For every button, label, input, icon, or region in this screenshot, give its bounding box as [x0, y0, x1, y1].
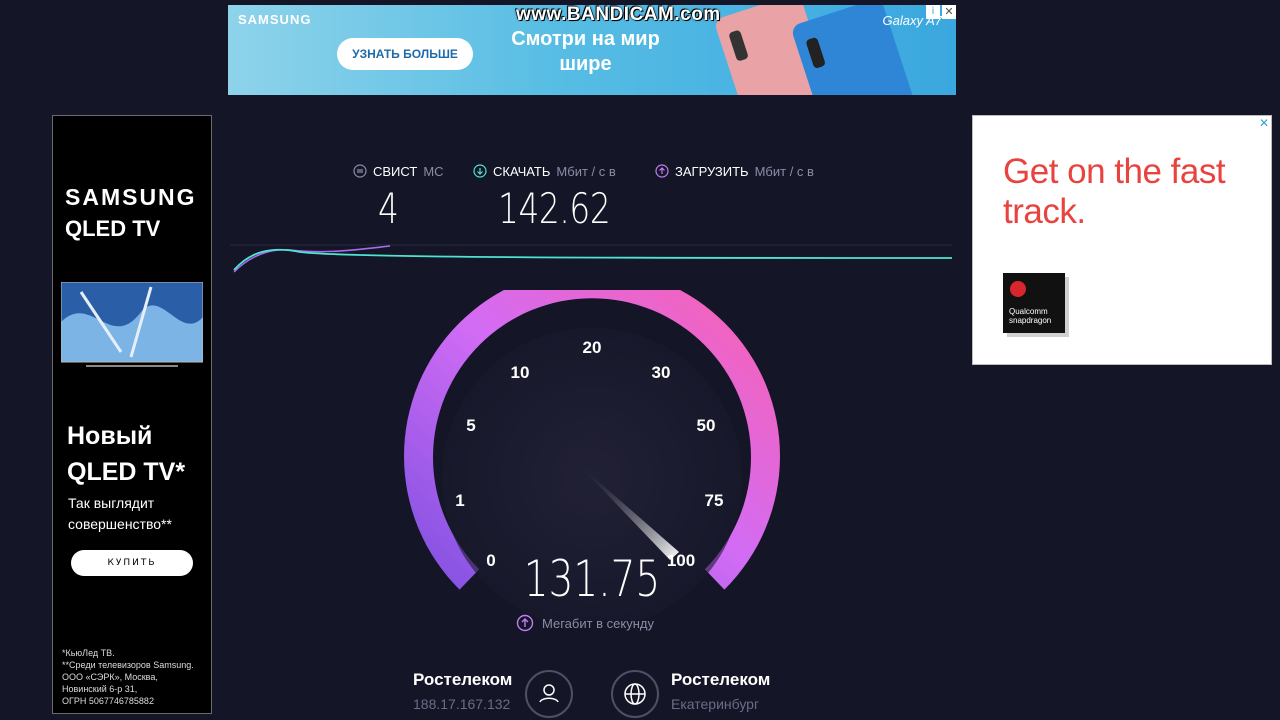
right-ad-headline: Get on the fast track. — [1003, 152, 1226, 231]
server-info[interactable]: Ростелеком Екатеринбург — [671, 670, 770, 712]
gauge-tick: 20 — [583, 338, 602, 357]
client-isp: Ростелеком — [413, 670, 513, 689]
ping-stat: СВИСТ МС 4 — [353, 160, 444, 233]
left-ad-subtitle: Так выглядит совершенство** — [68, 495, 172, 532]
snapdragon-logo: Qualcomm snapdragon — [1003, 273, 1065, 333]
current-speed: 131.75 — [523, 550, 661, 608]
speed-graph — [230, 244, 952, 273]
globe-icon[interactable] — [611, 670, 659, 718]
right-ad-banner[interactable]: Get on the fast track. Qualcomm snapdrag… — [972, 115, 1272, 365]
gauge-tick: 5 — [466, 416, 475, 435]
download-label: СКАЧАТЬ — [493, 163, 551, 179]
top-ad-tagline: Смотри на мир шире — [511, 28, 660, 75]
gauge-tick: 30 — [652, 363, 671, 382]
gauge-tick: 50 — [697, 416, 716, 435]
download-unit: Мбит / с в — [556, 163, 616, 179]
speed-unit-label: Мегабит в секунду — [542, 615, 655, 631]
left-ad-brand: SAMSUNG — [65, 184, 197, 210]
server-city: Екатеринбург — [671, 696, 760, 712]
gauge-tick: 1 — [455, 491, 464, 510]
bandicam-watermark: www.BANDICAM.com — [516, 4, 721, 25]
gauge-tick: 0 — [486, 551, 495, 570]
ping-label: СВИСТ — [373, 163, 418, 179]
download-value: 142.62 — [498, 184, 611, 233]
upload-unit: Мбит / с в — [754, 163, 814, 179]
left-ad-banner[interactable]: SAMSUNG QLED TV Новый QLED TV* Так выгля… — [52, 115, 212, 714]
gauge-tick: 75 — [705, 491, 724, 510]
client-ip: 188.17.167.132 — [413, 696, 511, 712]
gauge-tick: 10 — [511, 363, 530, 382]
upload-stat: ЗАГРУЗИТЬ Мбит / с в — [655, 160, 814, 220]
download-icon — [473, 164, 487, 178]
speed-unit: Мегабит в секунду — [516, 614, 654, 632]
close-icon[interactable]: ✕ — [1257, 116, 1271, 130]
upload-label: ЗАГРУЗИТЬ — [675, 163, 749, 179]
upload-icon — [655, 164, 669, 178]
left-ad-fine-print: *КьюЛед ТВ. **Среди телевизоров Samsung.… — [62, 648, 194, 706]
snapdragon-logo-text: Qualcomm snapdragon — [1009, 307, 1052, 325]
close-icon[interactable]: ✕ — [942, 5, 956, 19]
learn-more-button[interactable]: УЗНАТЬ БОЛЬШЕ — [337, 38, 473, 70]
ping-unit: МС — [423, 163, 444, 179]
client-info: Ростелеком 188.17.167.132 — [413, 670, 512, 712]
tv-image — [61, 282, 203, 367]
top-ad-brand: SAMSUNG — [238, 12, 312, 27]
left-ad-headline: Новый QLED TV* — [67, 422, 186, 486]
user-icon[interactable] — [525, 670, 573, 718]
adchoices-icon[interactable]: i — [926, 5, 940, 19]
ping-icon — [353, 164, 367, 178]
buy-button[interactable]: КУПИТЬ — [71, 550, 193, 576]
download-stat: СКАЧАТЬ Мбит / с в 142.62 — [473, 160, 642, 233]
server-isp: Ростелеком — [671, 670, 771, 689]
left-ad-product: QLED TV — [65, 216, 161, 241]
upload-icon — [516, 614, 534, 632]
ping-value: 4 — [378, 184, 399, 233]
